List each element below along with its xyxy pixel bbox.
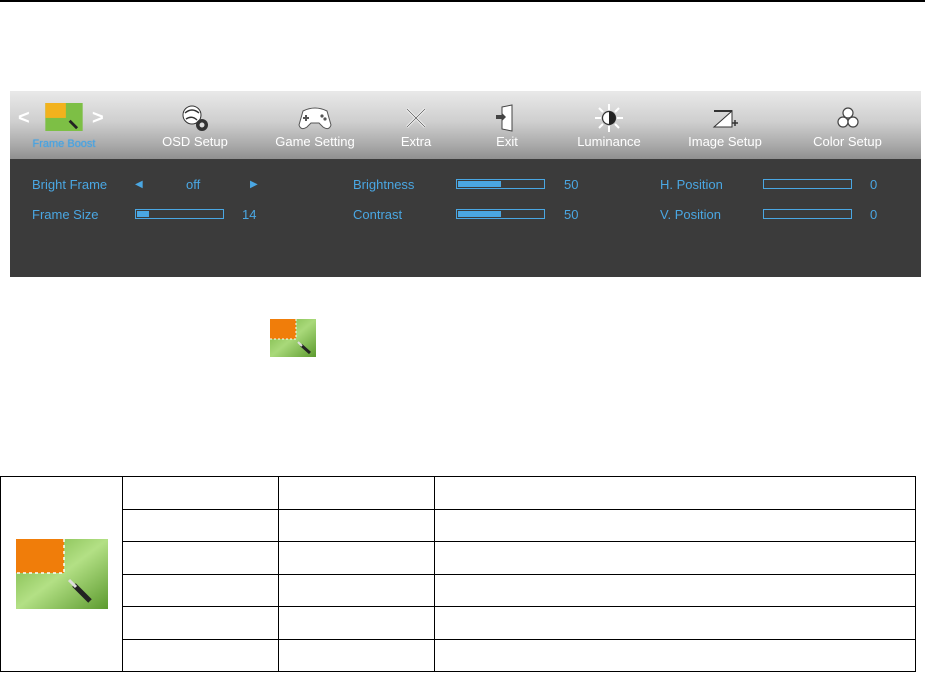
- table-cell: [434, 606, 916, 640]
- v-position-slider[interactable]: [763, 209, 852, 219]
- tab-color-setup[interactable]: Color Setup: [805, 103, 890, 155]
- v-position-value: 0: [870, 207, 878, 222]
- tab-frame-boost-label: Frame Boost: [32, 138, 96, 150]
- table-cell: [122, 573, 279, 607]
- contrast-slider-fill: [458, 211, 501, 217]
- frame-size-label: Frame Size: [32, 207, 99, 222]
- frame-size-slider[interactable]: [135, 209, 224, 219]
- table-row: [1, 573, 916, 607]
- table-cell: [434, 476, 916, 510]
- brightness-slider[interactable]: [456, 179, 545, 189]
- tab-extra[interactable]: Extra: [385, 103, 447, 155]
- contrast-label: Contrast: [353, 207, 403, 222]
- table-row: [1, 541, 916, 575]
- table-cell: [278, 508, 435, 542]
- table-cell: [434, 508, 916, 542]
- tab-osd-setup[interactable]: OSD Setup: [155, 103, 235, 155]
- sun-icon: [595, 104, 623, 132]
- tools-icon: [406, 108, 426, 128]
- table-row: [1, 508, 916, 542]
- contrast-slider[interactable]: [456, 209, 545, 219]
- contrast-value: 50: [564, 207, 579, 222]
- frame-boost-icon: [45, 103, 83, 131]
- frame-size-value: 14: [242, 207, 257, 222]
- table-cell: [434, 573, 916, 607]
- table-cell: [122, 508, 279, 542]
- table-row: [1, 638, 916, 672]
- tab-osd-setup-label: OSD Setup: [162, 134, 228, 149]
- arrow-right-icon[interactable]: ▶: [250, 179, 258, 190]
- h-position-value: 0: [870, 177, 878, 192]
- table-row: [1, 606, 916, 640]
- h-position-label: H. Position: [660, 177, 723, 192]
- frame-boost-icon: [15, 539, 108, 609]
- brightness-slider-fill: [458, 181, 501, 187]
- table-cell: [122, 476, 279, 510]
- tab-luminance[interactable]: Luminance: [565, 103, 653, 155]
- v-position-label: V. Position: [660, 207, 721, 222]
- brightness-label: Brightness: [353, 177, 415, 192]
- table-row: [0, 476, 916, 672]
- frame-boost-icon: [270, 319, 316, 357]
- table-cell: [122, 638, 279, 672]
- top-rule: [0, 0, 925, 2]
- tab-extra-label: Extra: [400, 134, 432, 149]
- table-cell: [122, 541, 279, 575]
- gamepad-icon: [298, 107, 332, 130]
- table-cell: [434, 541, 916, 575]
- table-cell: [278, 476, 435, 510]
- arrow-left-icon[interactable]: ◀: [135, 179, 143, 190]
- table-cell: [434, 638, 916, 672]
- bright-frame-value[interactable]: off: [186, 177, 200, 192]
- brightness-value: 50: [564, 177, 579, 192]
- table-cell: [278, 638, 435, 672]
- tab-exit-label: Exit: [496, 134, 518, 149]
- table-cell: [278, 541, 435, 575]
- tab-frame-boost[interactable]: Frame Boost: [24, 103, 104, 155]
- tab-game-setting-label: Game Setting: [275, 134, 355, 149]
- tab-color-setup-label: Color Setup: [813, 134, 882, 149]
- tab-image-setup[interactable]: Image Setup: [680, 103, 770, 155]
- gear-globe-icon: [182, 105, 208, 131]
- tab-luminance-label: Luminance: [577, 134, 641, 149]
- table-icon-cell: [0, 476, 123, 672]
- bright-frame-label: Bright Frame: [32, 177, 108, 192]
- table-cell: [278, 573, 435, 607]
- table-cell: [122, 606, 279, 640]
- color-circles-icon: [836, 107, 859, 128]
- tab-game-setting[interactable]: Game Setting: [270, 103, 360, 155]
- osd-menu-panel: < > Frame Boost OSD Setup Game Setting E…: [10, 91, 921, 277]
- osd-menu-bar: < > Frame Boost OSD Setup Game Setting E…: [10, 91, 921, 159]
- image-setup-icon: [712, 109, 738, 128]
- tab-image-setup-label: Image Setup: [688, 134, 762, 149]
- h-position-slider[interactable]: [763, 179, 852, 189]
- settings-table: [0, 476, 916, 672]
- table-cell: [278, 606, 435, 640]
- tab-exit[interactable]: Exit: [477, 103, 537, 155]
- frame-size-slider-fill: [137, 211, 149, 217]
- exit-door-icon: [496, 104, 513, 132]
